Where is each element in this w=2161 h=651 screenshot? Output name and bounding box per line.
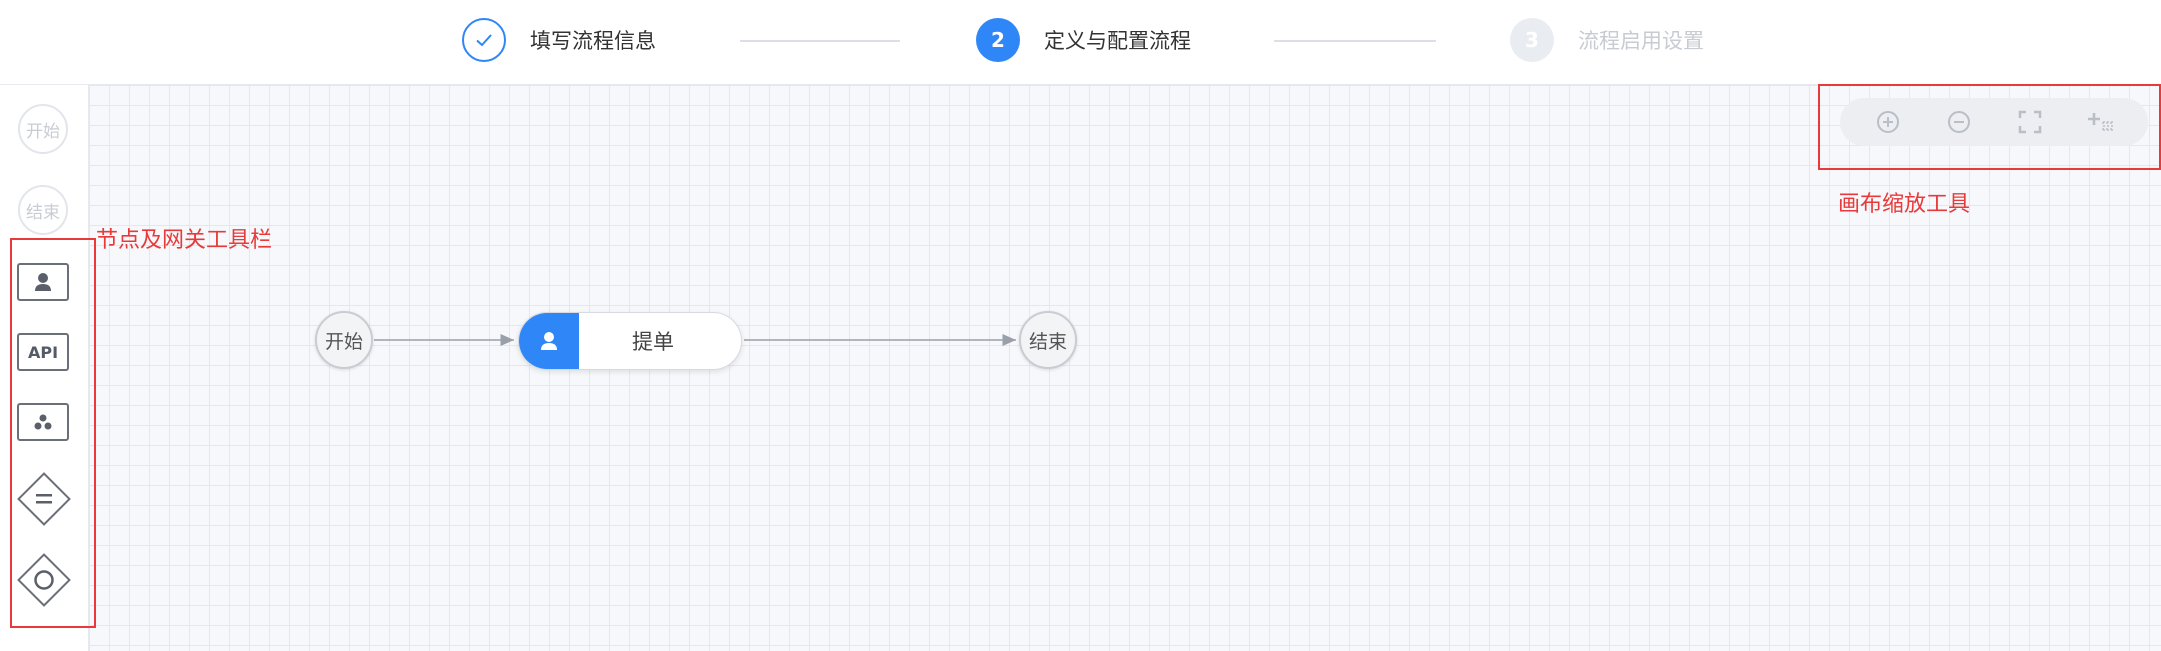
flow-start-label: 开始 (324, 330, 363, 353)
flow-start-node[interactable]: 开始 (315, 311, 373, 369)
flow-end-node[interactable]: 结束 (1019, 311, 1077, 369)
flow-end-label: 结束 (1028, 330, 1067, 353)
user-icon (519, 313, 579, 369)
flow-task-node[interactable]: 提单 (518, 312, 742, 370)
flow-task-label: 提单 (632, 330, 674, 354)
